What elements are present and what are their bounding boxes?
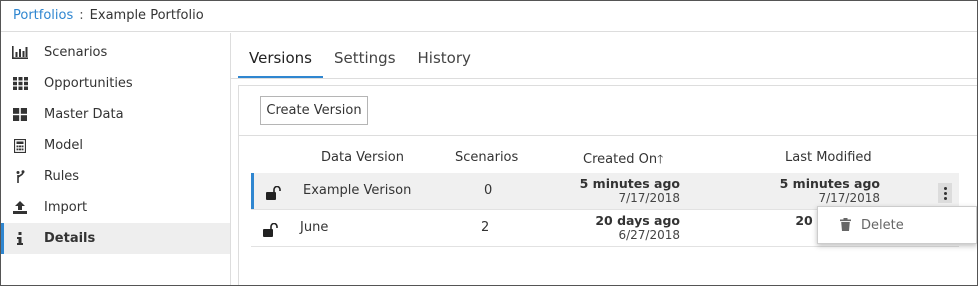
column-header-label: Created On (583, 152, 658, 167)
created-date: 7/17/2018 (618, 191, 680, 205)
unlock-icon (266, 185, 282, 200)
trash-icon (840, 218, 852, 232)
column-header-scenarios[interactable]: Scenarios (455, 150, 518, 165)
created-date: 6/27/2018 (618, 228, 680, 242)
sidebar-item-label: Model (44, 138, 84, 153)
bar-chart-icon (11, 46, 29, 60)
tab-bar: Versions Settings History (238, 41, 482, 79)
breadcrumb: Portfolios: Example Portfolio (1, 1, 977, 32)
modified-relative: 5 minutes ago (779, 176, 880, 191)
version-name: Example Verison (303, 183, 412, 198)
grid-icon (11, 77, 29, 91)
last-modified-cell: 5 minutes ago 7/17/2018 (780, 176, 880, 206)
unlock-icon (263, 222, 279, 237)
sidebar-item-label: Rules (44, 169, 80, 184)
column-header-created-on[interactable]: Created On🡑 (583, 150, 663, 171)
created-relative: 20 days ago (595, 213, 680, 228)
versions-panel: Create Version Data Version Scenarios Cr… (238, 85, 977, 285)
column-header-data-version[interactable]: Data Version (321, 150, 404, 165)
breadcrumb-portfolios-link[interactable]: Portfolios (13, 8, 73, 23)
sidebar-item-rules[interactable]: Rules (1, 161, 230, 192)
version-name: June (300, 220, 329, 235)
sidebar-item-details[interactable]: Details (1, 223, 230, 254)
info-icon (11, 232, 29, 246)
create-version-button[interactable]: Create Version (260, 96, 368, 125)
sidebar-item-import[interactable]: Import (1, 192, 230, 223)
tiles-icon (11, 108, 29, 122)
row-divider (251, 246, 959, 247)
sidebar-item-label: Opportunities (44, 76, 133, 91)
sidebar-item-label: Master Data (44, 107, 124, 122)
sidebar-item-master-data[interactable]: Master Data (1, 99, 230, 130)
scenario-count: 0 (484, 183, 493, 198)
tab-settings[interactable]: Settings (323, 41, 407, 79)
created-relative: 5 minutes ago (579, 176, 680, 191)
delete-label: Delete (861, 217, 904, 233)
sidebar-item-label: Import (44, 200, 88, 215)
breadcrumb-current: Example Portfolio (89, 8, 204, 23)
more-actions-icon[interactable] (938, 183, 952, 203)
scenario-count: 2 (481, 220, 490, 235)
sidebar-item-label: Details (44, 231, 96, 246)
calculator-icon (11, 138, 29, 153)
row-context-menu: Delete (817, 206, 977, 244)
table-row[interactable]: Example Verison 0 5 minutes ago 7/17/201… (251, 173, 959, 210)
tab-history[interactable]: History (407, 41, 482, 79)
branch-icon (11, 169, 29, 184)
upload-icon (11, 201, 29, 215)
column-header-last-modified[interactable]: Last Modified (785, 150, 872, 165)
sidebar-item-model[interactable]: Model (1, 130, 230, 161)
tab-divider (231, 78, 977, 79)
sidebar-item-scenarios[interactable]: Scenarios (1, 37, 230, 68)
sidebar-item-opportunities[interactable]: Opportunities (1, 68, 230, 99)
sidebar: Scenarios Opportunities Master Data Mode… (1, 33, 231, 285)
delete-menu-item[interactable]: Delete (818, 207, 976, 243)
created-on-cell: 5 minutes ago 7/17/2018 (580, 176, 680, 206)
created-on-cell: 20 days ago 6/27/2018 (595, 213, 680, 243)
toolbar-divider (239, 135, 977, 136)
sidebar-item-label: Scenarios (44, 45, 108, 60)
sort-ascending-icon: 🡑 (657, 152, 664, 166)
app-window: Portfolios: Example Portfolio Scenarios O… (0, 0, 978, 286)
tab-versions[interactable]: Versions (238, 41, 323, 79)
modified-date: 7/17/2018 (818, 191, 880, 205)
breadcrumb-separator: : (79, 8, 84, 23)
